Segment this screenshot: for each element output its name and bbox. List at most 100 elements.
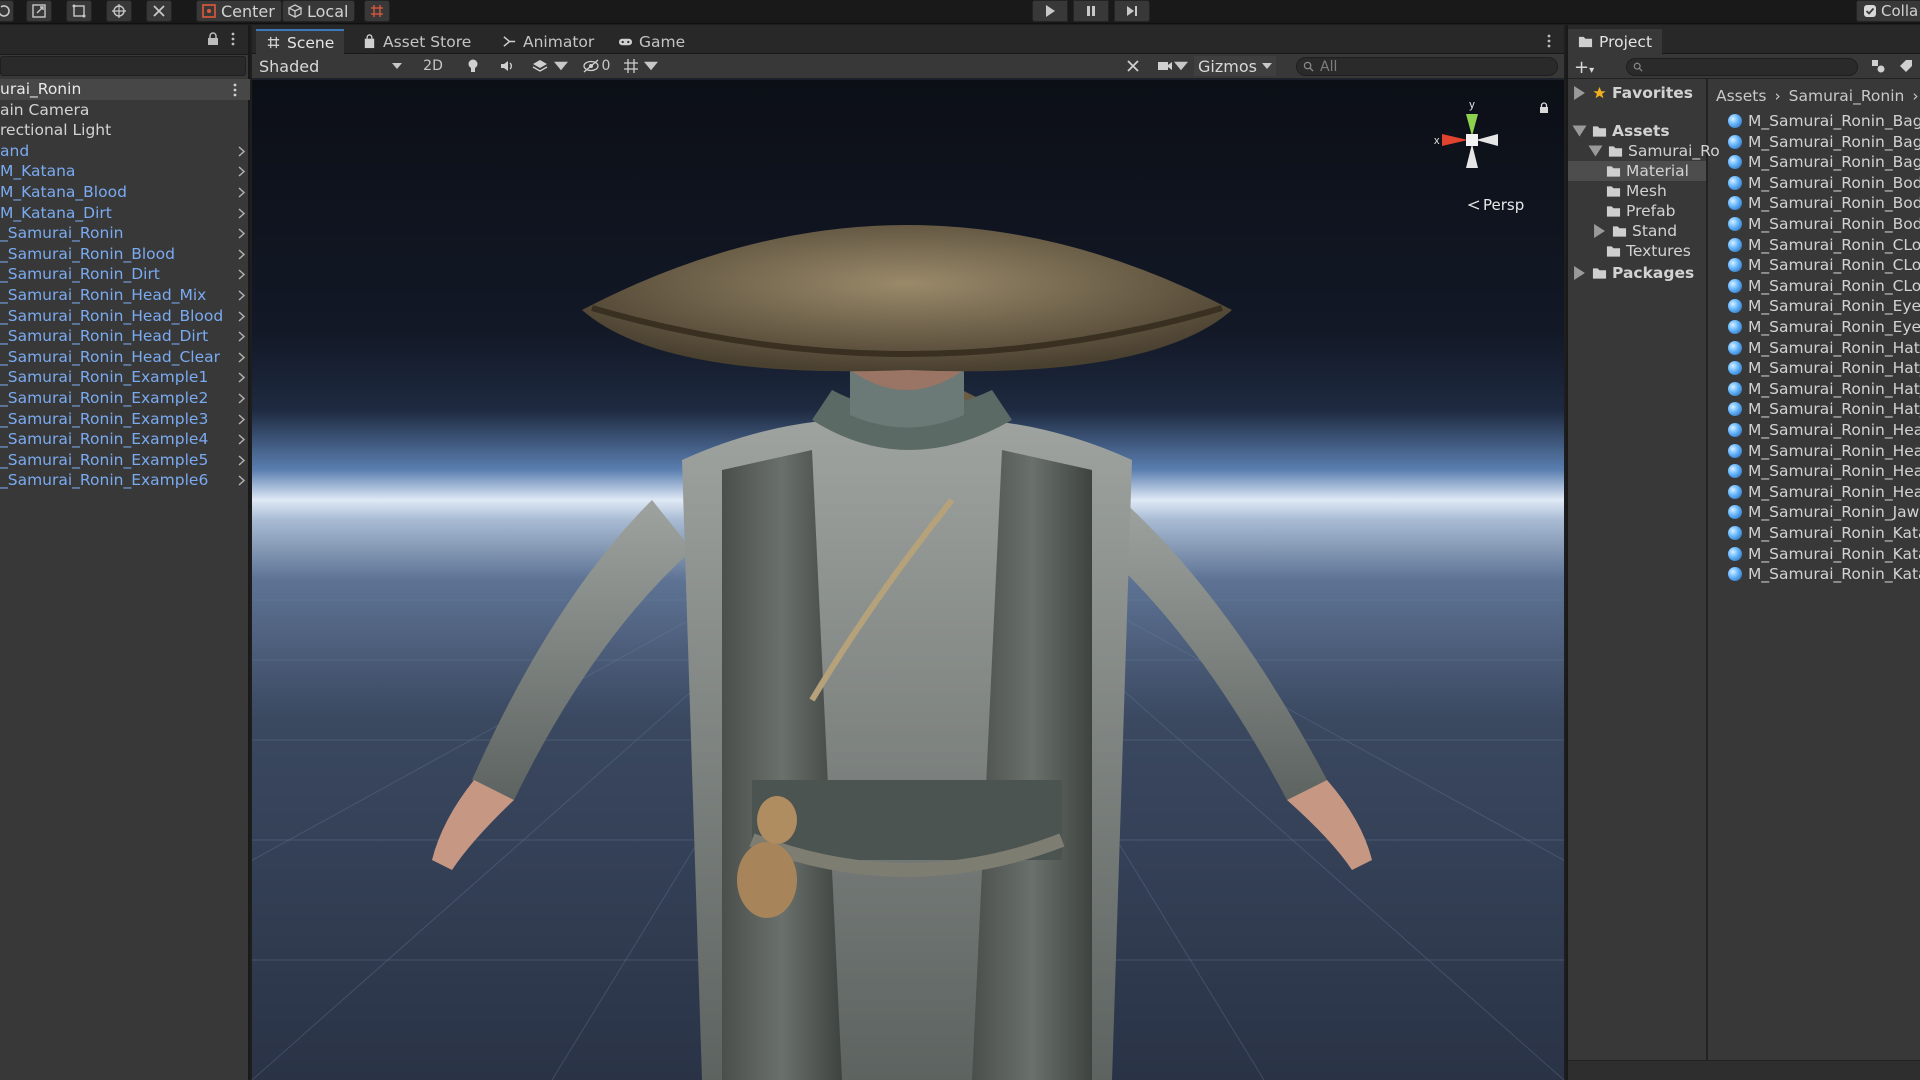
hierarchy-item[interactable]: _Samurai_Ronin_Dirt: [0, 264, 250, 285]
file-row[interactable]: M_Samurai_Ronin_Eyel: [1728, 296, 1920, 316]
chevron-right-icon[interactable]: [236, 352, 246, 363]
expand-arrow-icon[interactable]: [1572, 266, 1587, 280]
neg-y-axis-cone[interactable]: [1466, 144, 1478, 168]
file-row[interactable]: M_Samurai_Ronin_Head: [1728, 482, 1920, 502]
hierarchy-item[interactable]: _Samurai_Ronin_Example4: [0, 429, 250, 450]
hierarchy-item[interactable]: and: [0, 141, 250, 162]
chevron-right-icon[interactable]: [236, 269, 246, 280]
chevron-right-icon[interactable]: [236, 475, 246, 486]
file-row[interactable]: M_Samurai_Ronin_Hat: [1728, 338, 1920, 358]
hierarchy-item[interactable]: M_Katana_Dirt: [0, 203, 250, 224]
hierarchy-item[interactable]: _Samurai_Ronin_Example2: [0, 388, 250, 409]
breadcrumb-samurai[interactable]: Samurai_Ronin: [1789, 87, 1905, 105]
scale-tool-button[interactable]: [26, 0, 52, 22]
chevron-right-icon[interactable]: [236, 393, 246, 404]
file-row[interactable]: M_Samurai_Ronin_Kata: [1728, 564, 1920, 584]
collab-button[interactable]: Colla: [1856, 0, 1920, 22]
chevron-right-icon[interactable]: [236, 310, 246, 322]
y-axis-cone[interactable]: [1466, 114, 1478, 136]
grid-dropdown[interactable]: [644, 56, 658, 76]
tree-subfolder[interactable]: Mesh: [1606, 181, 1667, 201]
file-row[interactable]: M_Samurai_Ronin_CLot: [1728, 276, 1920, 296]
gizmo-center-cube[interactable]: [1466, 134, 1478, 146]
search-by-type-icon[interactable]: [1870, 58, 1886, 74]
camera-settings-button[interactable]: [1154, 56, 1176, 76]
file-row[interactable]: M_Samurai_Ronin_Body: [1728, 173, 1920, 193]
audio-toggle[interactable]: [496, 56, 518, 76]
hierarchy-item[interactable]: _Samurai_Ronin_Blood: [0, 244, 250, 265]
custom-tool-button[interactable]: [146, 0, 172, 22]
file-row[interactable]: M_Samurai_Ronin_Head: [1728, 420, 1920, 440]
file-row[interactable]: M_Samurai_Ronin_Bag_: [1728, 152, 1920, 172]
chevron-right-icon[interactable]: [236, 208, 246, 219]
file-row[interactable]: M_Samurai_Ronin_Bag: [1728, 111, 1920, 131]
hierarchy-root-row[interactable]: urai_Ronin: [0, 79, 250, 100]
rect-tool-button[interactable]: [66, 0, 92, 22]
tree-samurai-folder[interactable]: Samurai_Ro: [1588, 141, 1720, 161]
file-row[interactable]: M_Samurai_Ronin_Body: [1728, 214, 1920, 234]
tree-subfolder[interactable]: Stand: [1594, 221, 1677, 241]
lock-icon[interactable]: [206, 32, 220, 46]
orientation-gizmo[interactable]: y x: [1432, 100, 1512, 180]
hierarchy-item[interactable]: M_Katana_Blood: [0, 182, 250, 203]
create-asset-button[interactable]: +▾: [1574, 57, 1594, 78]
chevron-right-icon[interactable]: [236, 372, 246, 383]
hierarchy-item[interactable]: _Samurai_Ronin_Example5: [0, 450, 250, 471]
hierarchy-item[interactable]: _Samurai_Ronin_Head_Dirt: [0, 326, 250, 347]
file-row[interactable]: M_Samurai_Ronin_Kata: [1728, 523, 1920, 543]
hierarchy-search-input[interactable]: [0, 56, 246, 76]
scene-search-input[interactable]: All: [1296, 57, 1558, 76]
tree-subfolder[interactable]: Textures: [1606, 241, 1691, 261]
horizontal-scrollbar[interactable]: [1568, 1060, 1920, 1080]
space-toggle[interactable]: Local: [282, 0, 356, 22]
file-row[interactable]: M_Samurai_Ronin_Hat_: [1728, 379, 1920, 399]
hierarchy-item[interactable]: _Samurai_Ronin_Example6: [0, 470, 250, 491]
chevron-right-icon[interactable]: [236, 455, 246, 466]
chevron-right-icon[interactable]: [236, 413, 246, 425]
file-row[interactable]: M_Samurai_Ronin_Kata: [1728, 544, 1920, 564]
camera-dropdown[interactable]: [1174, 56, 1188, 76]
kebab-menu-icon[interactable]: [232, 82, 238, 98]
kebab-menu-icon[interactable]: [1546, 33, 1552, 49]
hierarchy-item[interactable]: _Samurai_Ronin_Head_Mix: [0, 285, 250, 306]
scene-viewport[interactable]: y x Persp: [252, 80, 1564, 1080]
step-button[interactable]: [1114, 0, 1150, 22]
file-row[interactable]: M_Samurai_Ronin_Hat_: [1728, 399, 1920, 419]
collapse-arrow-icon[interactable]: [1572, 124, 1587, 138]
hierarchy-item[interactable]: rectional Light: [0, 120, 250, 141]
file-row[interactable]: M_Samurai_Ronin_Head: [1728, 461, 1920, 481]
chevron-right-icon[interactable]: [236, 331, 246, 342]
grid-snap-button[interactable]: [364, 0, 390, 22]
expand-arrow-icon[interactable]: [1572, 86, 1587, 100]
chevron-right-icon[interactable]: [236, 249, 246, 260]
tab-animator[interactable]: Animator: [492, 29, 604, 54]
pause-button[interactable]: [1073, 0, 1109, 22]
breadcrumb-assets[interactable]: Assets: [1716, 87, 1766, 105]
tab-game[interactable]: Game: [608, 29, 695, 54]
file-row[interactable]: M_Samurai_Ronin_Jaw: [1728, 502, 1919, 522]
tab-asset-store[interactable]: Asset Store: [352, 29, 481, 54]
effects-toggle[interactable]: [528, 56, 552, 76]
projection-toggle[interactable]: Persp: [1468, 196, 1524, 214]
kebab-menu-icon[interactable]: [230, 31, 236, 47]
tree-favorites[interactable]: Favorites: [1572, 83, 1693, 103]
transform-tool-button[interactable]: [106, 0, 132, 22]
effects-dropdown[interactable]: [554, 56, 568, 76]
chevron-right-icon[interactable]: [236, 166, 246, 177]
search-by-label-icon[interactable]: [1898, 58, 1914, 74]
tree-subfolder[interactable]: Material: [1568, 161, 1706, 181]
x-axis-cone[interactable]: [1442, 134, 1468, 146]
neg-x-axis-cone[interactable]: [1476, 134, 1498, 146]
tab-scene[interactable]: Scene: [256, 29, 345, 54]
hierarchy-item[interactable]: _Samurai_Ronin_Example1: [0, 367, 250, 388]
2d-toggle[interactable]: 2D: [418, 56, 448, 76]
scene-visibility-toggle[interactable]: 0: [578, 56, 614, 76]
scene-tools-toggle[interactable]: [1122, 56, 1144, 76]
lighting-toggle[interactable]: [462, 56, 484, 76]
play-button[interactable]: [1032, 0, 1068, 22]
hierarchy-item[interactable]: _Samurai_Ronin_Head_Blood: [0, 306, 250, 327]
hierarchy-item[interactable]: _Samurai_Ronin: [0, 223, 250, 244]
draw-mode-dropdown[interactable]: Shaded: [256, 56, 406, 76]
hierarchy-item[interactable]: _Samurai_Ronin_Example3: [0, 409, 250, 430]
file-row[interactable]: M_Samurai_Ronin_Hat_: [1728, 358, 1920, 378]
